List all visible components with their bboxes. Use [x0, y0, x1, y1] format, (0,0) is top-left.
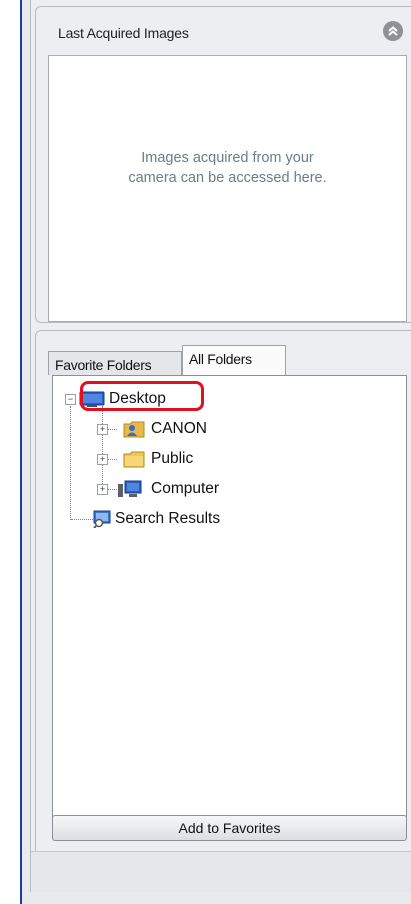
tree-item-label: CANON — [151, 420, 207, 437]
tree-connector — [107, 429, 117, 430]
user-folder-icon — [123, 420, 145, 438]
placeholder-line-2: camera can be accessed here. — [128, 170, 327, 186]
computer-icon — [117, 480, 142, 497]
tab-favorite-folders[interactable]: Favorite Folders — [48, 351, 182, 375]
tab-all-folders[interactable]: All Folders — [182, 345, 286, 376]
panel-title: Last Acquired Images — [58, 25, 189, 41]
folder-icon — [123, 450, 145, 468]
tree-item-label: Public — [151, 450, 194, 467]
acquired-images-area[interactable]: Images acquired from your camera can be … — [48, 55, 407, 322]
app-window: Last Acquired Images Images acquired fro… — [20, 0, 411, 904]
expand-expander-icon[interactable]: + — [97, 454, 108, 465]
folders-panel: Favorite Folders All Folders − Desktop +… — [35, 330, 411, 867]
side-panel: Last Acquired Images Images acquired fro… — [30, 0, 411, 892]
add-to-favorites-button[interactable]: Add to Favorites — [52, 815, 407, 841]
expand-expander-icon[interactable]: + — [97, 424, 108, 435]
tree-item-label: Search Results — [115, 510, 221, 527]
last-acquired-panel: Last Acquired Images Images acquired fro… — [35, 6, 411, 323]
tree-connector — [70, 406, 71, 520]
tree-connector — [71, 519, 93, 520]
placeholder-line-1: Images acquired from your — [141, 150, 314, 166]
tree-item-label: Computer — [151, 480, 220, 497]
folder-tree: − Desktop + CANON + Public + Computer Se… — [52, 375, 407, 833]
collapse-expander-icon[interactable]: − — [65, 394, 76, 405]
tree-connector — [102, 406, 103, 490]
tree-connector — [107, 459, 117, 460]
search-results-icon — [91, 510, 113, 529]
status-strip — [31, 851, 411, 892]
tree-connector — [107, 489, 117, 490]
expand-expander-icon[interactable]: + — [97, 484, 108, 495]
acquired-images-placeholder: Images acquired from your camera can be … — [49, 148, 406, 188]
double-chevron-up-icon[interactable] — [383, 21, 403, 41]
highlight-annotation — [80, 381, 204, 411]
